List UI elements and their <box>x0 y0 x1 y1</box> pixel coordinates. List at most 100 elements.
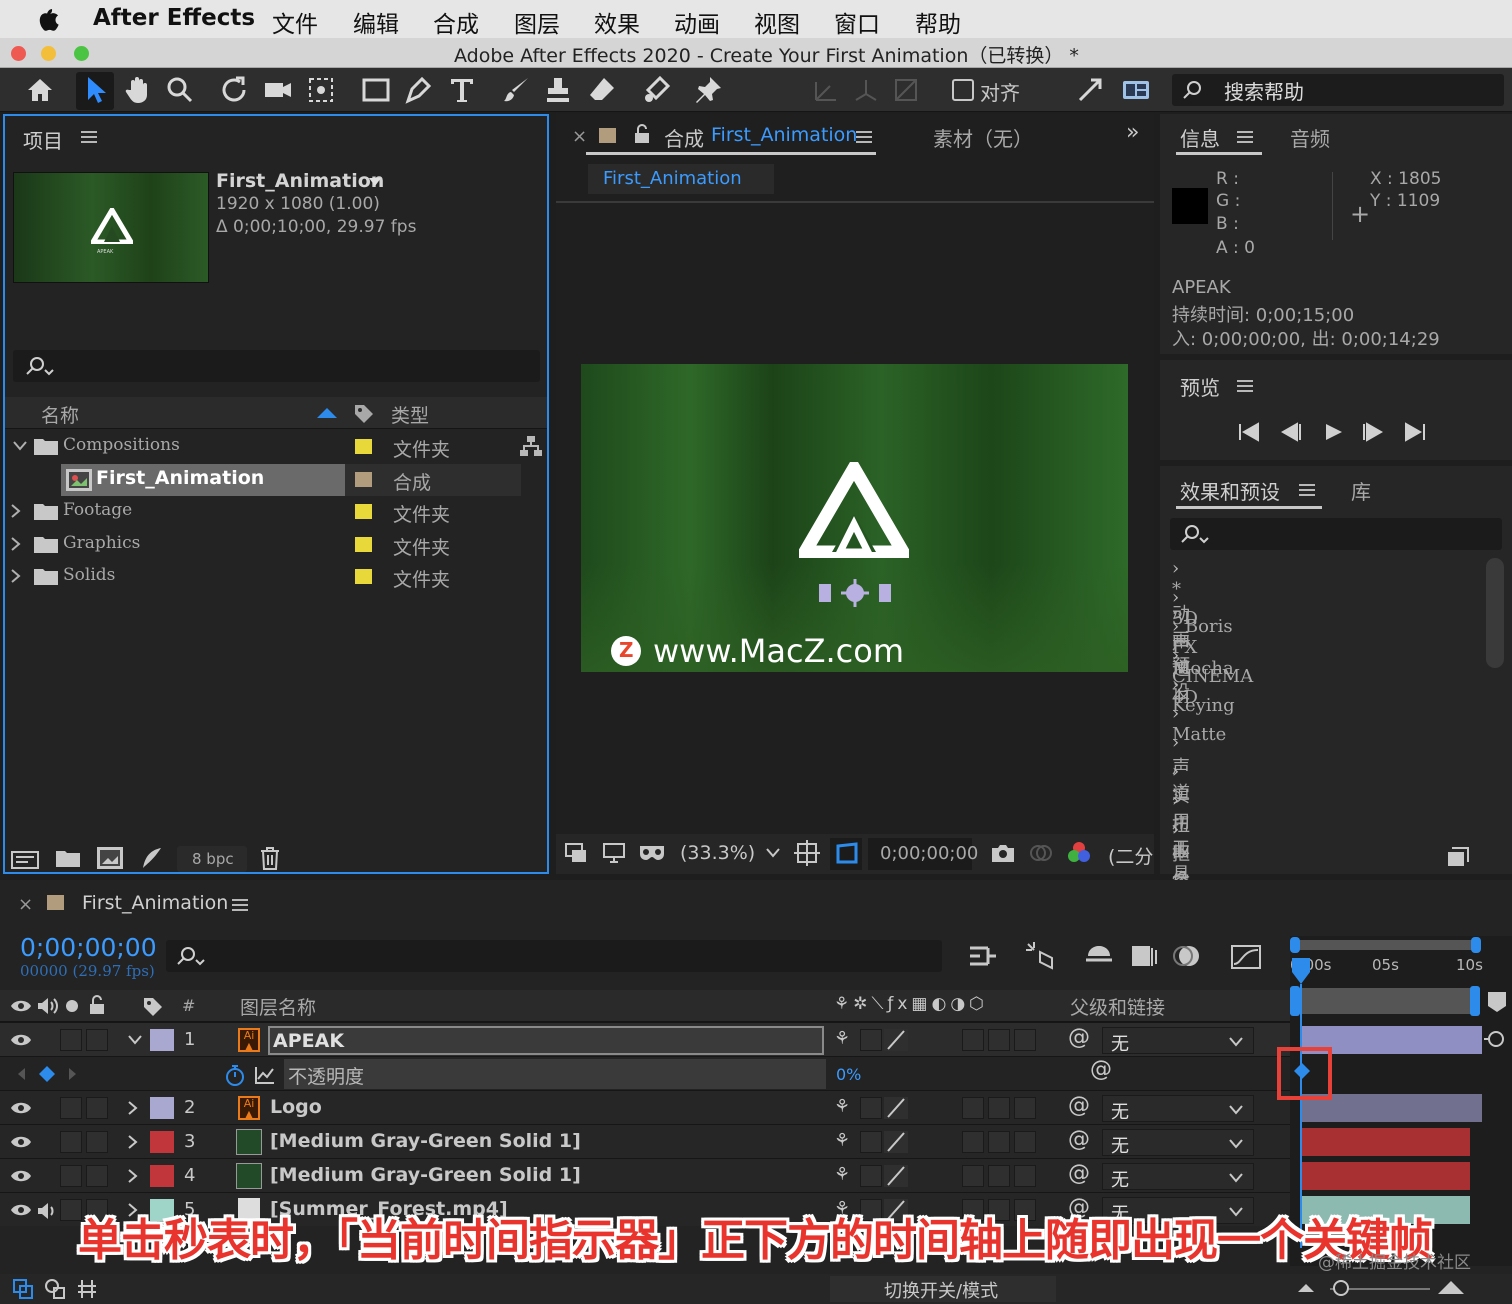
trash-icon[interactable] <box>259 846 281 870</box>
chevron-down-icon[interactable] <box>766 848 780 858</box>
panel-menu-icon[interactable] <box>232 898 248 912</box>
type-tool-icon[interactable] <box>446 74 478 106</box>
anchor-point-icon[interactable] <box>817 578 893 608</box>
interpret-footage-icon[interactable] <box>11 848 41 870</box>
motion-blur-icon[interactable] <box>1172 942 1202 970</box>
close-tab-icon[interactable]: × <box>18 894 33 915</box>
panel-menu-icon[interactable] <box>81 130 97 144</box>
snapshot-camera-icon[interactable] <box>990 842 1016 864</box>
help-search-input[interactable]: 搜索帮助 <box>1172 74 1504 106</box>
solo-toggle[interactable] <box>60 1131 82 1153</box>
switch[interactable] <box>988 1097 1010 1119</box>
next-frame-icon[interactable] <box>1362 422 1384 442</box>
effects-tab[interactable]: 效果和预设 <box>1180 476 1280 505</box>
draft-3d-icon[interactable] <box>1024 940 1056 972</box>
safe-margins-icon[interactable] <box>794 840 820 866</box>
flowchart-icon[interactable] <box>519 435 543 457</box>
expand-chevron-icon[interactable] <box>11 569 21 583</box>
camera-tool-icon[interactable] <box>262 74 294 106</box>
shy-switch-icon[interactable]: ⚘ <box>834 1028 850 1049</box>
shy-switch-icon[interactable]: ⚘ <box>834 1130 850 1151</box>
project-row-solids[interactable]: Solids 文件夹 <box>5 561 517 593</box>
opacity-value[interactable]: 0% <box>836 1065 861 1084</box>
selection-tool-icon[interactable] <box>80 74 112 106</box>
comp-mini-flowchart-icon[interactable] <box>968 942 998 970</box>
audio-icon[interactable] <box>36 1201 58 1221</box>
effects-scrollbar[interactable] <box>1486 558 1504 668</box>
dropdown-arrow-icon[interactable] <box>368 177 382 187</box>
project-settings-icon[interactable] <box>139 846 165 870</box>
collapse-switch[interactable] <box>860 1131 882 1153</box>
lock-toggle[interactable] <box>86 1029 108 1051</box>
close-tab-icon[interactable]: × <box>572 126 587 147</box>
label-color-swatch[interactable] <box>355 439 372 454</box>
audio-tab[interactable]: 音频 <box>1290 123 1330 152</box>
collapse-switch[interactable] <box>860 1097 882 1119</box>
layer-label-swatch[interactable] <box>150 1029 174 1051</box>
new-folder-icon[interactable] <box>55 848 81 868</box>
type-column-header[interactable]: 类型 <box>391 401 429 428</box>
puppet-pin-tool-icon[interactable] <box>692 74 724 106</box>
current-time-indicator-icon[interactable] <box>1290 956 1312 986</box>
hand-tool-icon[interactable] <box>122 74 154 106</box>
eye-icon[interactable] <box>10 1168 32 1184</box>
switch[interactable] <box>1014 1097 1036 1119</box>
workspace-icon[interactable] <box>1120 74 1152 106</box>
layer-row[interactable]: 4 [Medium Gray-Green Solid 1] ⚘ @ 无 <box>0 1158 1290 1192</box>
work-area-end-handle[interactable] <box>1470 986 1480 1016</box>
layer-switches-icon[interactable] <box>12 1278 34 1300</box>
layer-name-field[interactable]: APEAK <box>268 1026 824 1055</box>
current-timecode[interactable]: 0;00;00;00 <box>20 933 157 962</box>
selected-comp-name[interactable]: First_Animation <box>216 170 384 192</box>
switch[interactable] <box>1014 1029 1036 1051</box>
next-keyframe-icon[interactable] <box>68 1067 78 1081</box>
pan-behind-tool-icon[interactable] <box>305 74 337 106</box>
eye-icon[interactable] <box>10 1100 32 1116</box>
parent-dropdown[interactable]: 无 <box>1102 1163 1254 1191</box>
solo-toggle[interactable] <box>60 1029 82 1051</box>
layer-name[interactable]: Logo <box>270 1096 322 1118</box>
apple-icon[interactable] <box>34 5 60 33</box>
new-preset-icon[interactable] <box>1446 846 1470 868</box>
label-color-swatch[interactable] <box>355 504 372 519</box>
shy-switch-icon[interactable]: ⚘ <box>834 1096 850 1117</box>
project-search-input[interactable] <box>13 350 540 382</box>
navigator-end-handle[interactable] <box>1471 937 1481 953</box>
label-color-swatch[interactable] <box>355 472 372 487</box>
always-preview-icon[interactable] <box>564 842 588 864</box>
zoom-in-icon[interactable] <box>1436 1278 1466 1296</box>
expand-chevron-icon[interactable] <box>128 1135 138 1149</box>
switch[interactable] <box>988 1165 1010 1187</box>
work-area-start-handle[interactable] <box>1290 986 1300 1016</box>
eye-icon[interactable] <box>10 1032 32 1048</box>
switch[interactable] <box>962 1029 984 1051</box>
menu-view[interactable]: 视图 <box>754 5 800 39</box>
last-frame-icon[interactable] <box>1404 422 1426 442</box>
lock-toggle[interactable] <box>86 1165 108 1187</box>
rotate-tool-icon[interactable] <box>218 74 250 106</box>
clone-stamp-tool-icon[interactable] <box>542 74 574 106</box>
menu-help[interactable]: 帮助 <box>915 5 961 39</box>
panel-menu-icon[interactable] <box>1299 483 1315 497</box>
show-snapshot-icon[interactable] <box>1028 842 1054 864</box>
monitor-icon[interactable] <box>602 842 626 864</box>
keyframe-toggle-icon[interactable] <box>38 1065 56 1083</box>
graph-editor-icon[interactable] <box>1230 942 1262 970</box>
comp-tab-prefix[interactable]: 合成 <box>664 123 704 152</box>
menu-edit[interactable]: 编辑 <box>353 5 399 39</box>
zoom-window-button[interactable] <box>74 46 89 61</box>
expression-pick-whip-icon[interactable]: @ <box>1090 1057 1112 1082</box>
label-color-swatch[interactable] <box>355 537 372 552</box>
layer-bar[interactable] <box>1300 1128 1470 1156</box>
expand-workspace-icon[interactable] <box>1074 74 1106 106</box>
new-composition-icon[interactable] <box>95 846 125 870</box>
preview-tab[interactable]: 预览 <box>1180 372 1220 401</box>
app-menu[interactable]: After Effects <box>93 5 255 31</box>
viewer-timecode[interactable]: 0;00;00;00 <box>868 838 978 870</box>
panel-menu-icon[interactable] <box>1237 130 1253 144</box>
menu-effect[interactable]: 效果 <box>594 5 640 39</box>
switch[interactable] <box>962 1165 984 1187</box>
zoom-slider-thumb[interactable] <box>1333 1280 1349 1296</box>
shy-switch-icon[interactable]: ⚘ <box>834 1164 850 1185</box>
rectangle-tool-icon[interactable] <box>360 74 392 106</box>
